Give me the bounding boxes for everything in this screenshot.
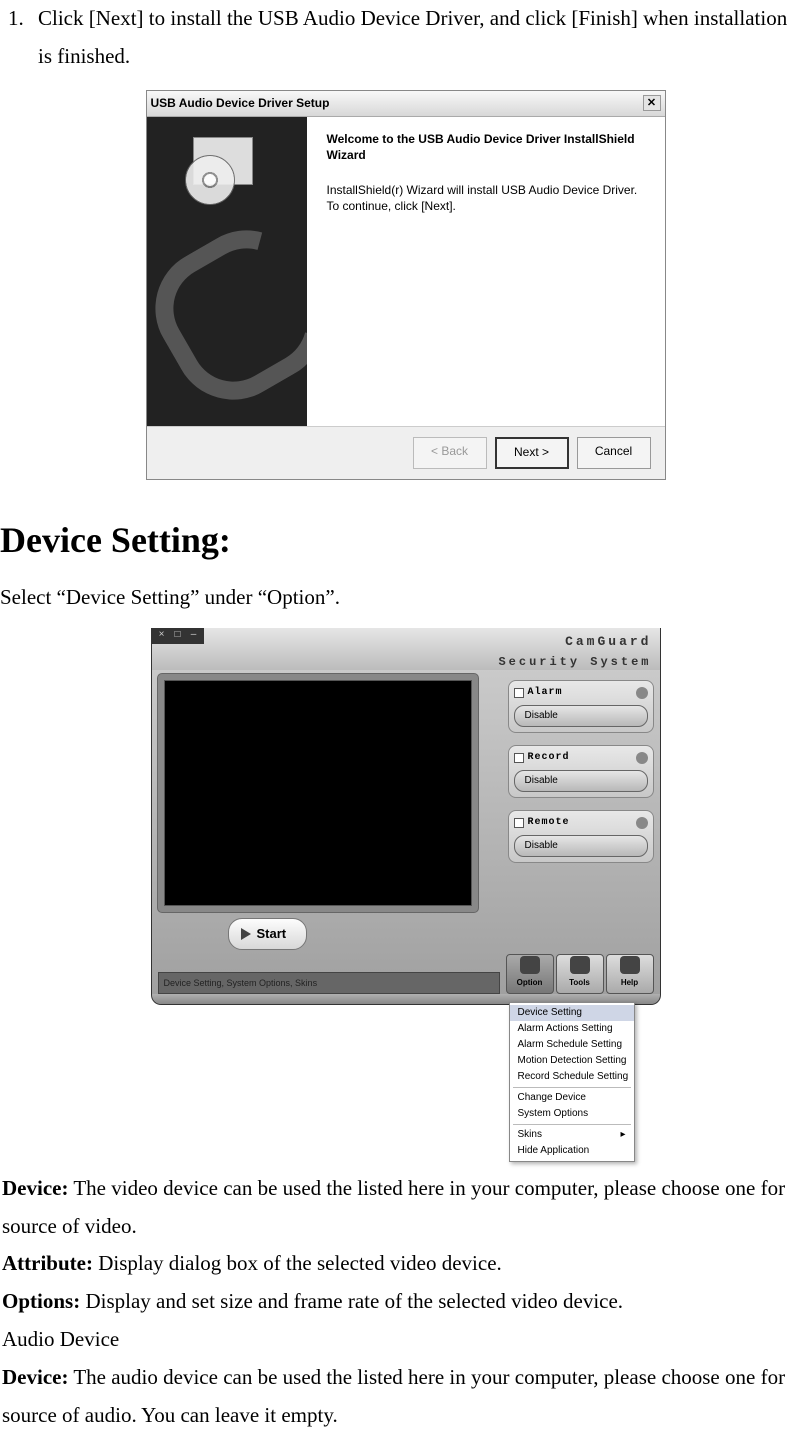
installer-description: InstallShield(r) Wizard will install USB…: [327, 182, 645, 214]
start-label: Start: [257, 922, 287, 945]
remote-title: Remote: [528, 814, 570, 832]
minimize-icon[interactable]: –: [188, 629, 200, 641]
help-label: Help: [621, 976, 638, 990]
alarm-icon: [636, 687, 648, 699]
device-setting-heading: Device Setting:: [0, 508, 811, 573]
remote-icon: [636, 817, 648, 829]
installer-window: USB Audio Device Driver Setup ✕ Welcome …: [146, 90, 666, 480]
alarm-status: Disable: [514, 705, 648, 727]
def-attribute: Display dialog box of the selected video…: [93, 1251, 502, 1275]
menu-alarm-actions[interactable]: Alarm Actions Setting: [510, 1021, 634, 1037]
menu-record-schedule[interactable]: Record Schedule Setting: [510, 1069, 634, 1085]
alarm-checkbox[interactable]: [514, 688, 524, 698]
next-button[interactable]: Next >: [495, 437, 569, 469]
menu-skins[interactable]: Skins: [510, 1127, 634, 1143]
menu-hide-application[interactable]: Hide Application: [510, 1143, 634, 1159]
def-device-audio: The audio device can be used the listed …: [2, 1365, 785, 1427]
remote-status: Disable: [514, 835, 648, 857]
play-icon: [241, 928, 251, 940]
video-preview: [158, 674, 478, 912]
term-attribute: Attribute:: [2, 1251, 93, 1275]
tools-button[interactable]: Tools: [556, 954, 604, 994]
step-number: 1.: [8, 0, 38, 76]
remote-checkbox[interactable]: [514, 818, 524, 828]
menu-device-setting[interactable]: Device Setting: [510, 1005, 634, 1021]
menu-motion-detection[interactable]: Motion Detection Setting: [510, 1053, 634, 1069]
term-device: Device:: [2, 1176, 68, 1200]
brand-subtitle: Security System: [498, 652, 651, 674]
gear-icon: [520, 956, 540, 974]
tools-label: Tools: [569, 976, 590, 990]
back-button: < Back: [413, 437, 487, 469]
alarm-title: Alarm: [528, 684, 563, 702]
term-device-audio: Device:: [2, 1365, 68, 1389]
close-icon[interactable]: ✕: [643, 95, 661, 111]
start-button[interactable]: Start: [228, 918, 308, 949]
help-button[interactable]: Help: [606, 954, 654, 994]
def-options: Display and set size and frame rate of t…: [80, 1289, 623, 1313]
wrench-icon: [570, 956, 590, 974]
cancel-button[interactable]: Cancel: [577, 437, 651, 469]
step-text: Click [Next] to install the USB Audio De…: [38, 0, 803, 76]
alarm-module[interactable]: Alarm Disable: [508, 680, 654, 733]
instruction-text: Select “Device Setting” under “Option”.: [0, 579, 811, 617]
installer-welcome-heading: Welcome to the USB Audio Device Driver I…: [327, 131, 645, 163]
record-status: Disable: [514, 770, 648, 792]
option-label: Option: [517, 976, 543, 990]
close-icon[interactable]: ×: [156, 629, 168, 641]
option-button[interactable]: Option: [506, 954, 554, 994]
installer-title: USB Audio Device Driver Setup: [151, 93, 330, 115]
brand-name: CamGuard: [498, 630, 651, 653]
def-device: The video device can be used the listed …: [2, 1176, 785, 1238]
menu-change-device[interactable]: Change Device: [510, 1090, 634, 1106]
term-audio-device: Audio Device: [2, 1321, 809, 1359]
maximize-icon[interactable]: □: [172, 629, 184, 641]
menu-system-options[interactable]: System Options: [510, 1106, 634, 1122]
term-options: Options:: [2, 1289, 80, 1313]
help-icon: [620, 956, 640, 974]
camguard-window: × □ – CamGuard Security System Start: [151, 628, 661, 1004]
record-checkbox[interactable]: [514, 753, 524, 763]
record-module[interactable]: Record Disable: [508, 745, 654, 798]
status-bar-text: Device Setting, System Options, Skins: [158, 972, 500, 994]
record-icon: [636, 752, 648, 764]
option-dropdown-menu: Device Setting Alarm Actions Setting Ala…: [509, 1002, 635, 1162]
installer-sidebar-graphic: [147, 117, 307, 426]
record-title: Record: [528, 749, 570, 767]
menu-alarm-schedule[interactable]: Alarm Schedule Setting: [510, 1037, 634, 1053]
remote-module[interactable]: Remote Disable: [508, 810, 654, 863]
